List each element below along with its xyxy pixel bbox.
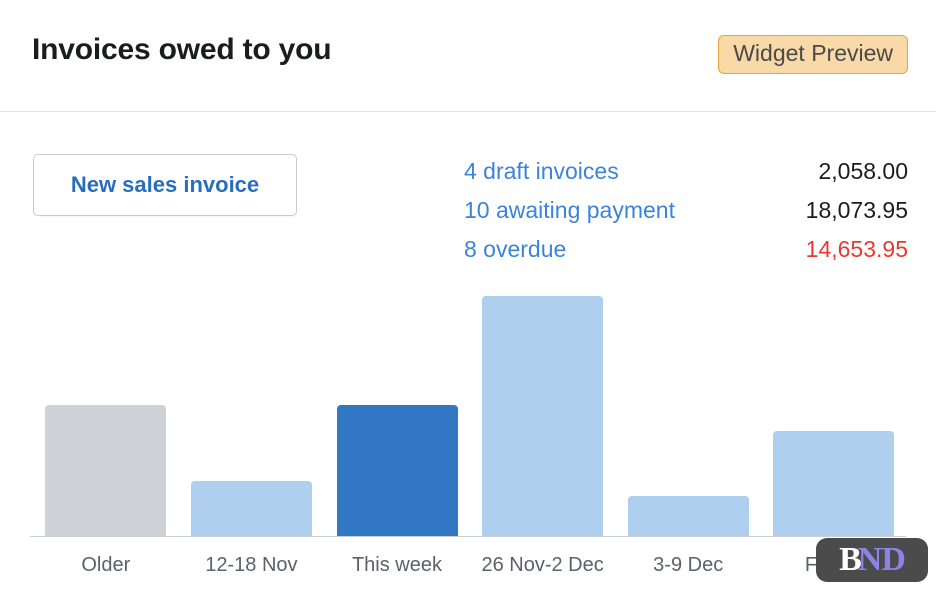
awaiting-payment-link[interactable]: 10 awaiting payment [464, 191, 675, 230]
chart-bar[interactable] [45, 405, 167, 536]
invoices-bar-chart: Older 12-18 Nov This week 26 Nov-2 Dec 3-9 D… [0, 282, 936, 594]
widget-header: Invoices owed to you Widget Preview [0, 0, 936, 112]
chart-x-label: 3-9 Dec [653, 554, 724, 576]
watermark-text-nd: ND [857, 541, 906, 578]
chart-x-label: 12-18 Nov [205, 554, 298, 576]
invoices-owed-widget: Invoices owed to you Widget Preview New … [0, 0, 936, 594]
chart-x-label: Older [81, 554, 131, 576]
summary-row-awaiting: 10 awaiting payment 18,073.95 [464, 191, 908, 230]
chart-bar[interactable] [336, 405, 458, 536]
draft-invoices-amount: 2,058.00 [818, 158, 908, 184]
page-title: Invoices owed to you [32, 33, 332, 66]
chart-x-label: This week [351, 554, 442, 576]
summary-row-draft: 4 draft invoices 2,058.00 [464, 152, 908, 191]
chart-plot-area [0, 282, 936, 537]
awaiting-payment-amount: 18,073.95 [805, 197, 908, 223]
chart-bar[interactable] [773, 431, 895, 536]
summary-row-overdue: 8 overdue 14,653.95 [464, 230, 908, 269]
chart-x-label: 26 Nov-2 Dec [481, 554, 604, 576]
overdue-invoices-amount: 14,653.95 [805, 236, 908, 262]
action-summary-row: New sales invoice 4 draft invoices 2,058… [0, 112, 936, 282]
bnd-watermark: B ND [816, 538, 928, 582]
chart-bar[interactable] [627, 496, 749, 536]
chart-x-axis-labels: Older 12-18 Nov This week 26 Nov-2 Dec 3-9 D… [0, 540, 936, 590]
chart-bar[interactable] [482, 296, 604, 536]
chart-bar[interactable] [190, 481, 312, 536]
widget-preview-badge: Widget Preview [718, 35, 908, 74]
invoice-summary-list: 4 draft invoices 2,058.00 10 awaiting pa… [464, 152, 908, 269]
overdue-invoices-link[interactable]: 8 overdue [464, 230, 566, 269]
chart-axis-line [30, 536, 906, 537]
new-sales-invoice-button[interactable]: New sales invoice [33, 154, 297, 216]
draft-invoices-link[interactable]: 4 draft invoices [464, 152, 619, 191]
